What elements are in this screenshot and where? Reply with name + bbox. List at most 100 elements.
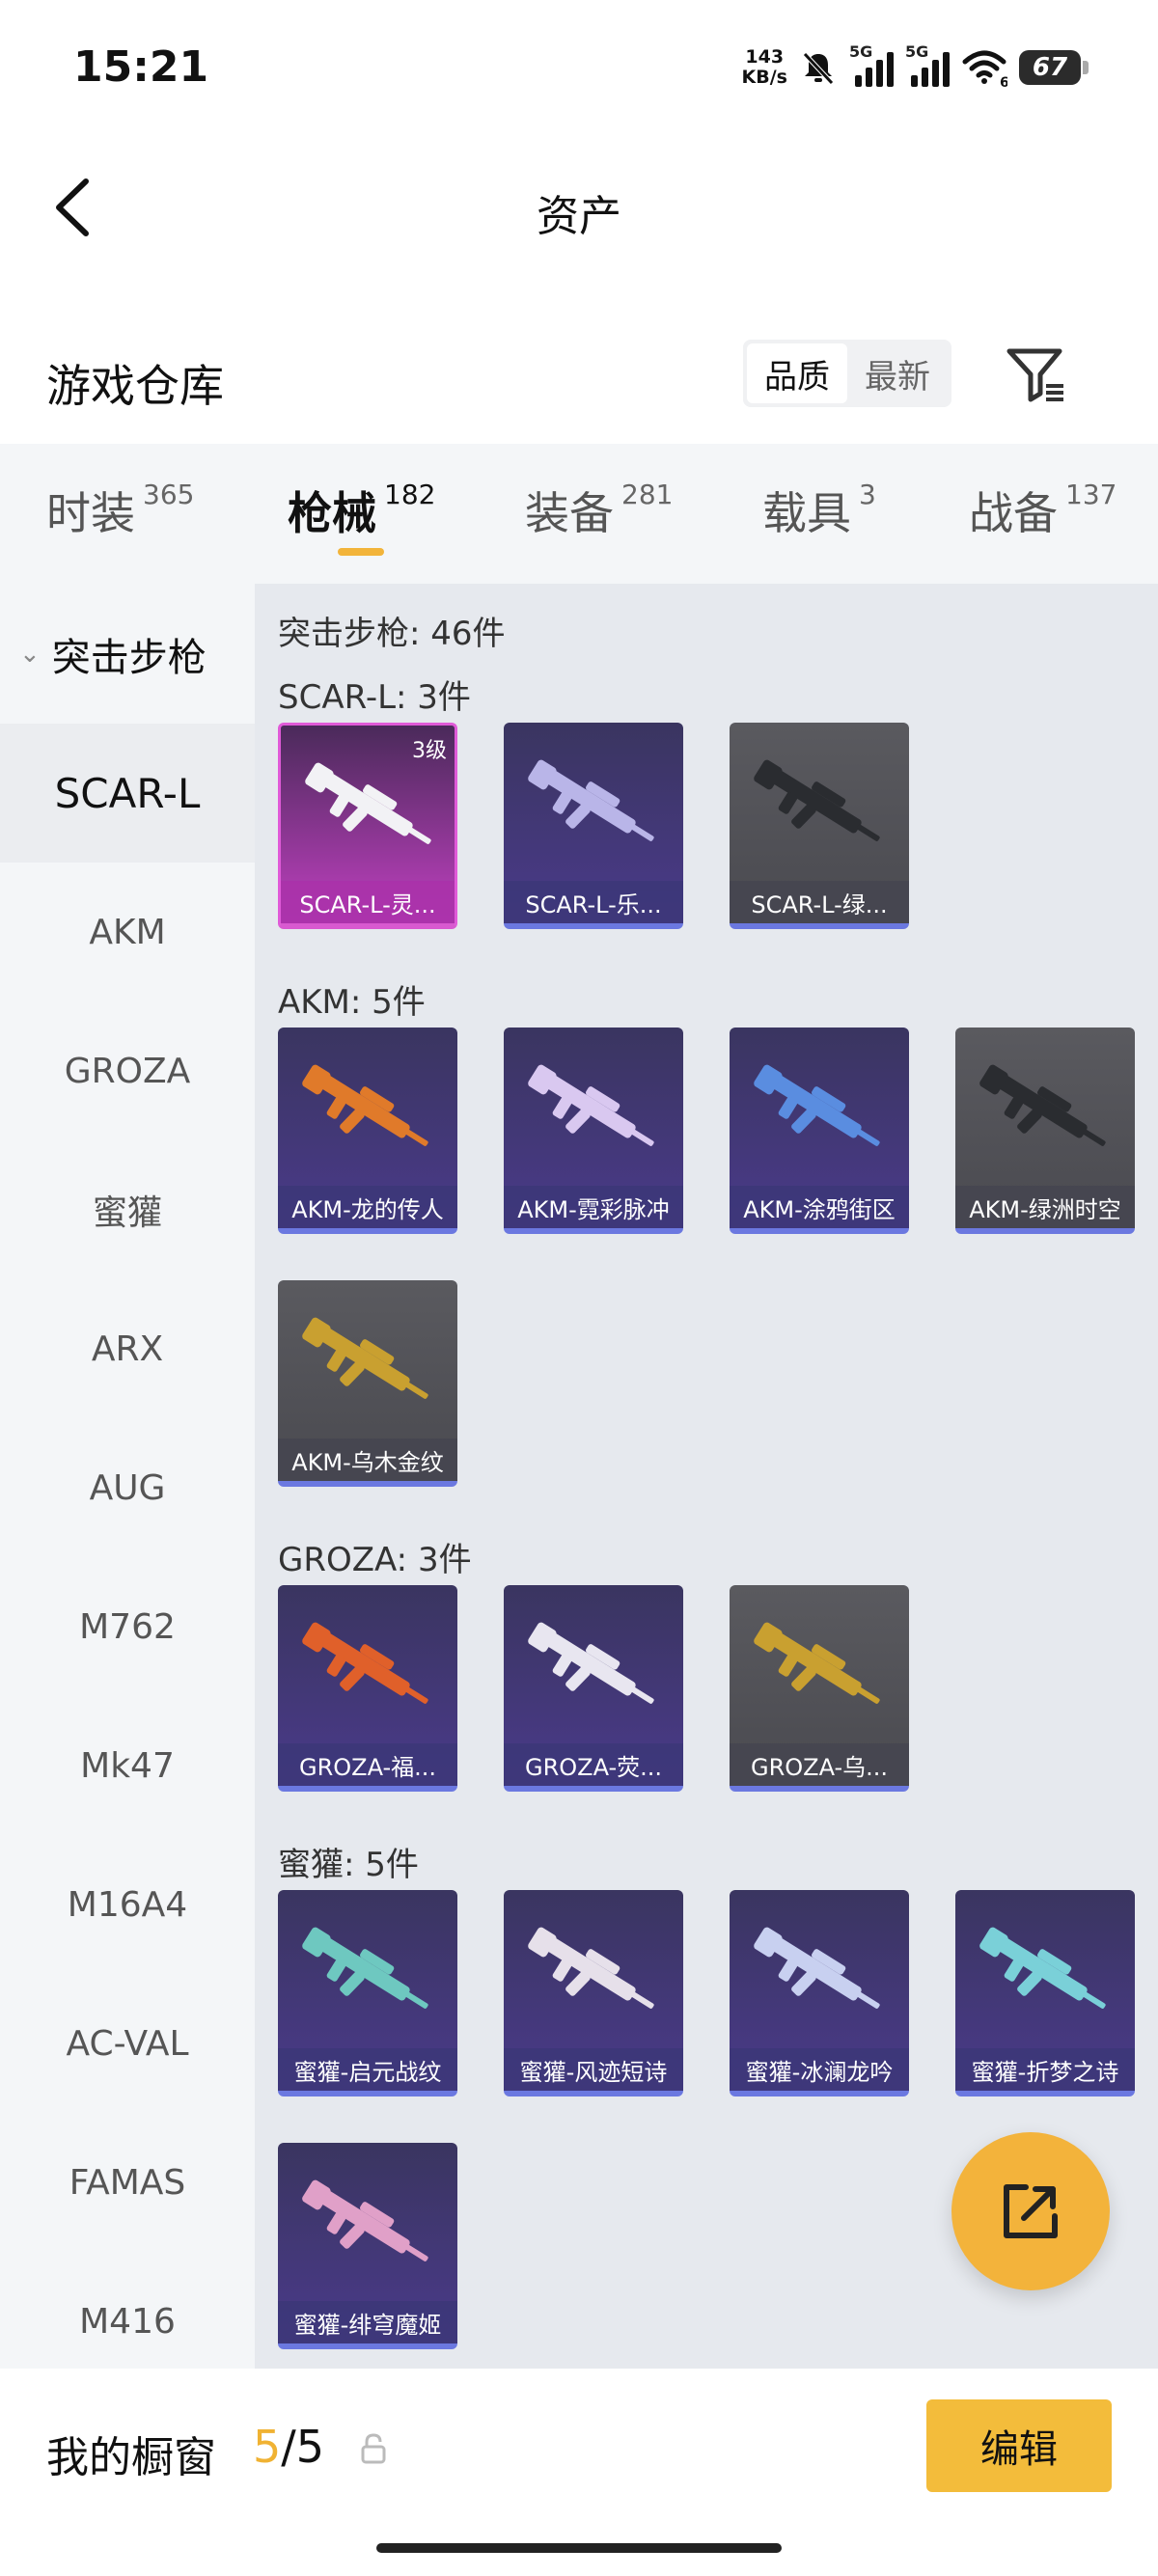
wifi-label: 6 xyxy=(1000,75,1007,87)
sort-newest-button[interactable]: 最新 xyxy=(847,343,948,403)
tab-count: 3 xyxy=(859,479,876,510)
filter-button[interactable] xyxy=(1004,342,1071,409)
sidebar-category-label: 突击步枪 xyxy=(51,635,207,680)
item-card[interactable]: 蜜獾-风迹短诗 xyxy=(504,1890,683,2096)
gun-image xyxy=(302,1317,428,1399)
signal-icon: 5G xyxy=(905,42,950,87)
status-time: 15:21 xyxy=(73,42,209,92)
item-grid: 突击步枪: 46件 SCAR-L: 3件 3级 SCAR-L-灵... SCAR-L-… xyxy=(255,584,1158,2369)
item-card[interactable]: AKM-绿洲时空 xyxy=(955,1028,1135,1234)
showcase-count: 5/5 xyxy=(253,2421,324,2473)
item-name: 蜜獾-绯穹魔姬 xyxy=(278,2301,457,2343)
gun-image xyxy=(302,1064,428,1146)
gun-image xyxy=(754,1064,880,1146)
item-name: AKM-乌木金纹 xyxy=(278,1439,457,1481)
tab-count: 365 xyxy=(143,479,195,510)
group-label: AKM: 5件 xyxy=(278,983,426,1022)
item-card[interactable]: GROZA-乌... xyxy=(730,1585,909,1792)
signal-icon: 5G xyxy=(849,42,894,87)
group-label: GROZA: 3件 xyxy=(278,1541,472,1579)
item-card[interactable]: 3级 SCAR-L-灵... xyxy=(278,723,457,929)
item-name: AKM-绿洲时空 xyxy=(955,1186,1135,1228)
item-name: AKM-龙的传人 xyxy=(278,1186,457,1228)
item-card[interactable]: SCAR-L-乐... xyxy=(504,723,683,929)
item-name: 蜜獾-冰澜龙吟 xyxy=(730,2048,909,2091)
gun-image xyxy=(979,1927,1106,2009)
tab-equipment[interactable]: 装备 281 xyxy=(525,479,673,542)
sidebar-item-scar-l[interactable]: SCAR-L xyxy=(0,724,255,863)
tab-label: 枪械 xyxy=(288,487,376,539)
wifi-icon: 6 xyxy=(962,50,1007,87)
net-speed: 143 KB/s xyxy=(742,47,787,88)
weapon-sidebar: ⌄ 突击步枪 SCAR-L AKM GROZA 蜜獾 ARX AUG M762 … xyxy=(0,584,255,2369)
item-card[interactable]: GROZA-荧... xyxy=(504,1585,683,1792)
item-name: SCAR-L-绿... xyxy=(730,881,909,923)
tab-fashion[interactable]: 时装 365 xyxy=(46,479,194,542)
sidebar-item-akm[interactable]: AKM xyxy=(0,863,255,1001)
sidebar-item-ac-val[interactable]: AC-VAL xyxy=(0,1974,255,2113)
tab-count: 137 xyxy=(1065,479,1117,510)
gun-image xyxy=(754,1927,880,2009)
sidebar-item-arx[interactable]: ARX xyxy=(0,1279,255,1418)
share-icon xyxy=(1004,2184,1058,2238)
gun-image xyxy=(528,1622,654,1704)
tab-label: 装备 xyxy=(525,487,614,539)
item-name: GROZA-荧... xyxy=(504,1743,683,1786)
item-card[interactable]: AKM-乌木金纹 xyxy=(278,1280,457,1487)
tab-label: 时装 xyxy=(46,487,135,539)
tab-guns[interactable]: 枪械 182 xyxy=(288,479,435,542)
item-name: GROZA-福... xyxy=(278,1743,457,1786)
gun-image xyxy=(302,2179,428,2261)
gun-image xyxy=(528,1927,654,2009)
level-badge: 3级 xyxy=(412,739,447,763)
sidebar-item-aug[interactable]: AUG xyxy=(0,1418,255,1557)
gun-image xyxy=(528,759,654,841)
active-tab-indicator xyxy=(338,548,384,556)
item-name: AKM-涂鸦街区 xyxy=(730,1186,909,1228)
lock-icon xyxy=(361,2433,386,2464)
total-count: 突击步枪: 46件 xyxy=(278,615,506,653)
item-card[interactable]: GROZA-福... xyxy=(278,1585,457,1792)
net-speed-value: 143 xyxy=(745,46,785,68)
share-button[interactable] xyxy=(951,2132,1110,2290)
tab-count: 281 xyxy=(621,479,674,510)
item-name: SCAR-L-灵... xyxy=(281,881,455,923)
item-card[interactable]: AKM-涂鸦街区 xyxy=(730,1028,909,1234)
filter-icon xyxy=(1006,348,1063,402)
tab-label: 战备 xyxy=(969,487,1058,539)
sidebar-item-honey-badger[interactable]: 蜜獾 xyxy=(0,1140,255,1279)
item-name: 蜜獾-风迹短诗 xyxy=(504,2048,683,2091)
sort-quality-button[interactable]: 品质 xyxy=(747,343,847,403)
signal-2-label: 5G xyxy=(905,42,929,61)
gun-image xyxy=(528,1064,654,1146)
status-icons: 143 KB/s 5G 5G 6 67 xyxy=(742,42,1089,93)
edit-button[interactable]: 编辑 xyxy=(926,2399,1112,2492)
sidebar-item-m16a4[interactable]: M16A4 xyxy=(0,1835,255,1974)
item-card[interactable]: AKM-霓彩脉冲 xyxy=(504,1028,683,1234)
gun-image xyxy=(754,1622,880,1704)
net-speed-unit: KB/s xyxy=(741,67,787,88)
sidebar-category[interactable]: ⌄ 突击步枪 xyxy=(0,584,255,724)
item-card[interactable]: 蜜獾-折梦之诗 xyxy=(955,1890,1135,2096)
item-name: GROZA-乌... xyxy=(730,1743,909,1786)
page-title: 资产 xyxy=(537,192,621,241)
tab-vehicles[interactable]: 载具 3 xyxy=(762,479,876,542)
item-card[interactable]: SCAR-L-绿... xyxy=(730,723,909,929)
mute-icon xyxy=(803,52,834,85)
gun-image xyxy=(979,1064,1106,1146)
battery-icon: 67 xyxy=(1019,50,1089,85)
group-label: SCAR-L: 3件 xyxy=(278,678,471,717)
item-card[interactable]: 蜜獾-冰澜龙吟 xyxy=(730,1890,909,2096)
sidebar-item-famas[interactable]: FAMAS xyxy=(0,2113,255,2252)
sort-toggle: 品质 最新 xyxy=(743,340,951,407)
sidebar-item-mk47[interactable]: Mk47 xyxy=(0,1696,255,1835)
sidebar-item-groza[interactable]: GROZA xyxy=(0,1001,255,1140)
sidebar-item-m762[interactable]: M762 xyxy=(0,1557,255,1696)
showcase-current: 5 xyxy=(253,2421,282,2473)
home-indicator xyxy=(376,2543,782,2553)
tab-supplies[interactable]: 战备 137 xyxy=(969,479,1117,542)
item-card[interactable]: 蜜獾-绯穹魔姬 xyxy=(278,2143,457,2349)
item-name: AKM-霓彩脉冲 xyxy=(504,1186,683,1228)
item-card[interactable]: AKM-龙的传人 xyxy=(278,1028,457,1234)
item-card[interactable]: 蜜獾-启元战纹 xyxy=(278,1890,457,2096)
